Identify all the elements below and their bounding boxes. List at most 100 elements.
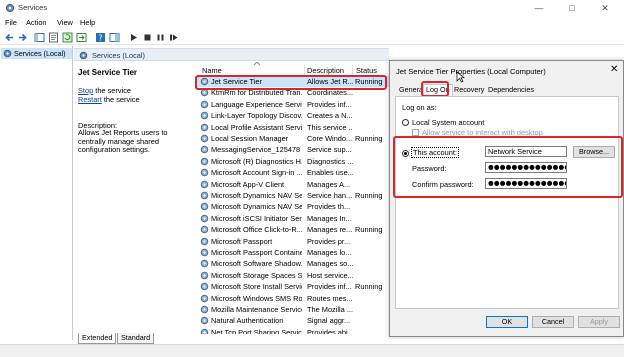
service-row[interactable]: Microsoft Dynamics NAV Se... Service han.…: [197, 190, 390, 201]
tab-extended[interactable]: Extended: [78, 333, 117, 344]
service-row[interactable]: Microsoft Storage Spaces S... Host servic…: [197, 270, 390, 281]
service-description: Diagnostics ...: [307, 156, 353, 166]
service-name: Microsoft Dynamics NAV Se...: [211, 191, 302, 200]
help-icon[interactable]: ?: [95, 32, 106, 43]
service-description: Enables use...: [307, 168, 353, 178]
service-gear-icon: [200, 123, 209, 131]
service-status: Running: [355, 282, 383, 292]
service-description: Provides th...: [307, 202, 351, 212]
service-gear-icon: [200, 237, 209, 245]
service-gear-icon: [200, 225, 209, 234]
service-row[interactable]: Microsoft iSCSI Initiator Ser... Manages …: [197, 213, 390, 224]
service-row[interactable]: MessagingService_125478 Service sup...: [197, 144, 390, 155]
tree-item-services-local[interactable]: Services (Local): [1, 48, 72, 59]
ok-button[interactable]: OK: [486, 316, 528, 328]
service-row[interactable]: Local Session Manager Core Windo... Runnin…: [197, 133, 390, 144]
forward-arrow-icon[interactable]: [17, 32, 28, 43]
dialog-title: Jet Service Tier Properties (Local Compu…: [396, 67, 546, 76]
start-service-icon[interactable]: [128, 32, 139, 43]
services-gear-icon: [5, 3, 15, 13]
refresh-icon[interactable]: [62, 32, 73, 43]
service-gear-icon: [200, 282, 209, 291]
back-arrow-icon[interactable]: [4, 32, 15, 43]
service-row[interactable]: Natural Authentication Signal aggr...: [197, 315, 390, 326]
service-description: Service han...: [307, 191, 353, 200]
menu-file[interactable]: File: [5, 18, 17, 27]
restart-service-icon[interactable]: [168, 32, 179, 43]
properties-sheet-icon[interactable]: [48, 32, 59, 43]
tab-dependencies[interactable]: Dependencies: [486, 85, 536, 96]
apply-button[interactable]: Apply: [578, 316, 620, 328]
restart-line: Restart the service: [78, 95, 140, 104]
maximize-button[interactable]: □: [561, 2, 583, 14]
highlight-log-on-tab: [421, 81, 449, 97]
service-name: Microsoft Dynamics NAV Se...: [211, 202, 302, 212]
console-tree: Services (Local): [0, 46, 73, 340]
service-gear-icon: [200, 111, 209, 120]
tab-standard[interactable]: Standard: [117, 333, 155, 344]
column-header-name[interactable]: Name: [202, 66, 222, 75]
tab-recovery[interactable]: Recovery: [452, 85, 486, 96]
service-description: This service ...: [307, 122, 353, 132]
service-row[interactable]: Microsoft Software Shadow... Manages so..…: [197, 258, 390, 269]
service-description: Routes mes...: [307, 293, 353, 303]
service-row[interactable]: Microsoft Passport Container Manages lo..…: [197, 247, 390, 258]
menu-action[interactable]: Action: [26, 18, 47, 27]
service-row[interactable]: Microsoft App-V Client Manages A...: [197, 179, 390, 190]
service-name: Microsoft Windows SMS Ro...: [211, 293, 302, 303]
service-name: MessagingService_125478: [211, 145, 301, 155]
column-header-status[interactable]: Status: [356, 66, 377, 75]
stop-service-icon[interactable]: [142, 32, 153, 43]
export-list-icon[interactable]: [76, 32, 87, 43]
service-name: Link-Layer Topology Discov...: [211, 111, 302, 121]
mouse-cursor-icon: [456, 71, 465, 83]
rows-container: Jet Service Tier Allows Jet R... Running Kt…: [197, 76, 390, 334]
menu-help[interactable]: Help: [80, 18, 95, 27]
description-text: Allows Jet Reports users to centrally ma…: [78, 128, 168, 155]
service-name: Language Experience Service: [211, 99, 302, 109]
minimize-button[interactable]: —: [528, 2, 550, 14]
service-row[interactable]: Microsoft Dynamics NAV Se... Provides th.…: [197, 201, 390, 212]
service-row[interactable]: Microsoft Office Click-to-R... Manages re…: [197, 224, 390, 235]
service-name: Microsoft App-V Client: [211, 179, 285, 189]
service-description: Manages A...: [307, 179, 351, 189]
service-description: Provides pr...: [307, 236, 351, 246]
service-row[interactable]: Microsoft Account Sign-in ... Enables use…: [197, 167, 390, 178]
service-name: Microsoft Store Install Service: [211, 282, 302, 292]
cancel-button[interactable]: Cancel: [532, 316, 574, 328]
pause-service-icon[interactable]: [155, 32, 166, 43]
service-row[interactable]: Microsoft Windows SMS Ro... Routes mes...: [197, 293, 390, 304]
service-row[interactable]: Microsoft Store Install Service Provides …: [197, 281, 390, 292]
show-hide-console-tree-icon[interactable]: [34, 32, 45, 43]
service-gear-icon: [200, 180, 209, 188]
dialog-close-button[interactable]: ✕: [610, 64, 618, 75]
local-system-label: Local System account: [412, 118, 485, 127]
stop-line: Stop the service: [78, 86, 131, 95]
service-row[interactable]: Microsoft (R) Diagnostics H... Diagnostic…: [197, 156, 390, 167]
menu-view[interactable]: View: [57, 18, 73, 27]
service-row[interactable]: Microsoft Passport Provides pr...: [197, 236, 390, 247]
column-header-description[interactable]: Description: [307, 66, 344, 75]
service-row[interactable]: Language Experience Service Provides inf.…: [197, 99, 390, 110]
log-on-panel: Log on as: Local System account Allow se…: [395, 96, 619, 309]
service-gear-icon: [200, 305, 209, 314]
service-description: The Mozilla ...: [307, 305, 353, 314]
service-description: Manages lo...: [307, 248, 352, 257]
local-system-radio[interactable]: [402, 119, 409, 126]
title-bar: Services — □ ✕: [0, 0, 624, 17]
show-action-pane-icon[interactable]: [109, 32, 120, 43]
tree-item-label: Services (Local): [14, 49, 66, 58]
service-row[interactable]: Mozilla Maintenance Service The Mozilla .…: [197, 304, 390, 315]
column-divider[interactable]: [352, 65, 353, 75]
service-row[interactable]: Local Profile Assistant Service This serv…: [197, 122, 390, 133]
service-description: Provides inf...: [307, 99, 352, 109]
restart-service-link[interactable]: Restart: [78, 95, 102, 104]
column-divider[interactable]: [304, 65, 305, 75]
service-row[interactable]: Link-Layer Topology Discov... Creates a N…: [197, 110, 390, 121]
stop-service-link[interactable]: Stop: [78, 86, 93, 95]
highlight-selected-row: [195, 75, 387, 90]
log-on-as-label: Log on as:: [402, 103, 437, 112]
allow-interact-checkbox[interactable]: [412, 129, 419, 136]
service-description: Manages In...: [307, 213, 352, 223]
close-button[interactable]: ✕: [594, 2, 616, 14]
